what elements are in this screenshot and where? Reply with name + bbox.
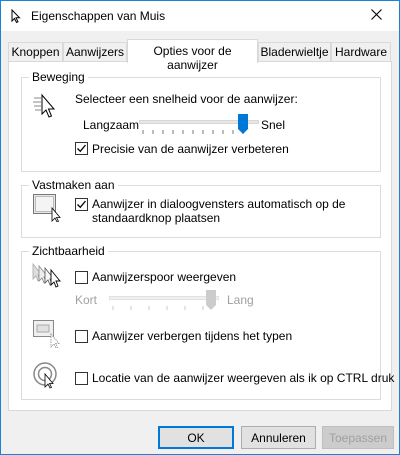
tab-knoppen[interactable]: Knoppen — [8, 42, 63, 62]
speed-slider-thumb[interactable] — [237, 114, 249, 134]
precision-label[interactable]: Precisie van de aanwijzer verbeteren — [92, 142, 289, 156]
mouse-properties-dialog: Eigenschappen van Muis Knoppen Aanwijzer… — [0, 0, 400, 455]
hide-while-typing-label[interactable]: Aanwijzer verbergen tijdens het typen — [92, 329, 292, 343]
precision-checkbox[interactable] — [75, 142, 88, 155]
motion-legend: Beweging — [32, 70, 85, 84]
long-label: Lang — [227, 293, 254, 307]
checkmark-icon — [77, 144, 87, 153]
hide-while-typing-checkbox[interactable] — [75, 330, 88, 343]
slow-label: Langzaam — [83, 118, 140, 132]
snap-to-default-icon — [33, 194, 63, 225]
tab-panel: Beweging Selecteer een snelheid voor de … — [8, 61, 394, 411]
snap-label-line1[interactable]: Aanwijzer in dialoogvensters automatisch… — [92, 197, 345, 211]
snap-label-line2[interactable]: standaardknop plaatsen — [92, 211, 220, 225]
pointer-speed-icon — [33, 92, 59, 125]
checkmark-icon — [77, 200, 87, 209]
trails-label[interactable]: Aanwijzerspoor weergeven — [92, 270, 236, 284]
close-button[interactable] — [354, 1, 399, 31]
hide-while-typing-icon — [33, 320, 63, 351]
visibility-legend: Zichtbaarheid — [32, 244, 105, 258]
trails-slider[interactable] — [109, 288, 229, 312]
tab-bladerwieltje[interactable]: Bladerwieltje — [258, 42, 331, 62]
snap-checkbox[interactable] — [75, 198, 88, 211]
fast-label: Snel — [261, 118, 286, 132]
trails-checkbox[interactable] — [75, 271, 88, 284]
show-location-label[interactable]: Locatie van de aanwijzer weergeven als i… — [92, 371, 394, 385]
trails-slider-thumb[interactable] — [205, 290, 217, 310]
close-icon — [371, 9, 382, 23]
title-bar: Eigenschappen van Muis — [1, 1, 399, 31]
short-label: Kort — [75, 293, 98, 307]
show-location-icon — [33, 360, 63, 393]
tab-aanwijzers[interactable]: Aanwijzers — [63, 42, 127, 62]
window-title: Eigenschappen van Muis — [31, 9, 166, 23]
mouse-app-icon — [8, 8, 24, 24]
tab-hardware[interactable]: Hardware — [331, 42, 391, 62]
apply-button[interactable]: Toepassen — [322, 426, 394, 449]
ok-button[interactable]: OK — [158, 426, 234, 449]
pointer-trails-icon — [31, 262, 65, 293]
cancel-button[interactable]: Annuleren — [241, 426, 316, 449]
speed-label: Selecteer een snelheid voor de aanwijzer… — [75, 92, 298, 106]
snap-legend: Vastmaken aan — [32, 178, 115, 192]
show-location-checkbox[interactable] — [75, 372, 88, 385]
speed-slider[interactable] — [139, 112, 259, 136]
tab-pointer-options[interactable]: Opties voor de aanwijzer — [127, 39, 258, 72]
